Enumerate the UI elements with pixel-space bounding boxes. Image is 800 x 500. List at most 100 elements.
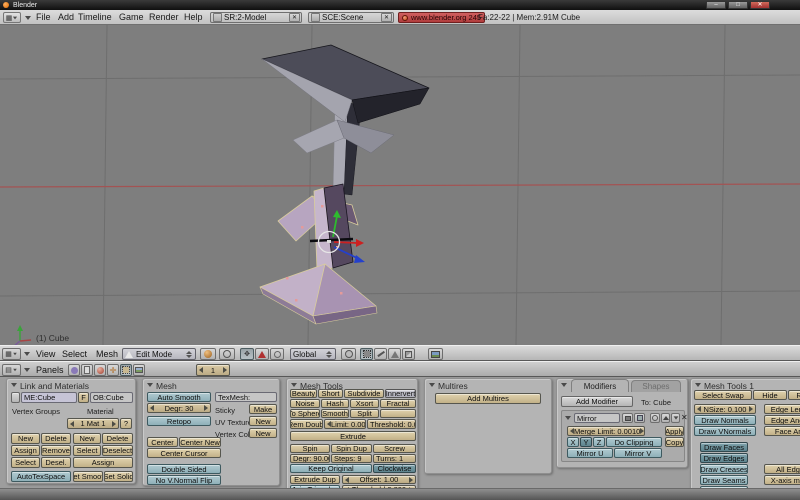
draw-mode-dropdown[interactable] — [200, 348, 216, 360]
modifier-render-toggle[interactable] — [622, 413, 633, 423]
increment-icon[interactable] — [640, 428, 644, 434]
select-vertex-button[interactable] — [360, 348, 373, 360]
vertex-color-new-button[interactable]: New — [249, 428, 277, 438]
mirror-y-toggle[interactable]: Y — [580, 437, 592, 447]
material-assign-button[interactable]: Assign — [73, 457, 133, 468]
material-select-button[interactable]: Select — [73, 445, 101, 456]
material-index-field[interactable]: 1 Mat 1 — [67, 418, 119, 429]
select-face-button[interactable] — [388, 348, 401, 360]
menu-mesh[interactable]: Mesh — [96, 349, 118, 359]
spin-dup-button[interactable]: Spin Dup — [331, 444, 372, 453]
increment-icon[interactable] — [204, 405, 208, 411]
browse-scenes-icon[interactable] — [311, 13, 320, 22]
mesh-object[interactable] — [260, 45, 429, 324]
beauty-toggle[interactable]: Beauty — [290, 389, 317, 398]
browse-screens-icon[interactable] — [213, 13, 222, 22]
modifier-name-field[interactable]: Mirror — [574, 413, 620, 423]
increment-icon[interactable] — [112, 421, 116, 427]
short-toggle[interactable]: Short — [318, 389, 343, 398]
panels-menu[interactable]: Panels — [36, 365, 64, 375]
manipulator-translate-button[interactable] — [255, 348, 269, 360]
modifier-delete-icon[interactable]: ✕ — [681, 413, 688, 422]
do-clipping-toggle[interactable]: Do Clipping — [606, 437, 662, 447]
center-cursor-button[interactable]: Center Cursor — [147, 448, 221, 458]
no-vnormal-flip-toggle[interactable]: No V.Normal Flip — [147, 475, 221, 485]
header-collapse-icon[interactable] — [24, 368, 30, 372]
center-button[interactable]: Center — [147, 437, 178, 447]
clockwise-toggle[interactable]: Clockwise — [373, 464, 416, 473]
mirror-u-toggle[interactable]: Mirror U — [567, 448, 613, 458]
tab-shapes[interactable]: Shapes — [631, 380, 681, 392]
window-type-button[interactable]: ▦ — [3, 12, 21, 23]
rem-doubles-button[interactable]: Rem Doubl — [290, 419, 323, 429]
mirror-x-toggle[interactable]: X — [567, 437, 579, 447]
draw-vnormals-toggle[interactable]: Draw VNormals — [694, 426, 756, 436]
decrement-icon[interactable] — [70, 421, 74, 427]
viewport-3d[interactable]: (1) Cube — [0, 25, 800, 345]
add-multires-button[interactable]: Add Multires — [435, 393, 541, 404]
modifier-collapse-icon[interactable] — [565, 416, 571, 420]
set-solid-button[interactable]: Set Solid — [104, 471, 133, 482]
view3d-window-type-button[interactable]: ▦ — [2, 348, 21, 360]
vgroup-new-button[interactable]: New — [11, 433, 40, 444]
modifier-move-up-button[interactable] — [661, 413, 670, 423]
material-help-button[interactable]: ? — [120, 418, 132, 429]
orientation-dropdown[interactable]: Global — [290, 348, 336, 360]
panel-collapse-icon[interactable] — [695, 383, 701, 387]
decrement-icon[interactable] — [345, 477, 349, 483]
header-collapse-icon[interactable] — [24, 352, 30, 356]
maximize-button[interactable]: □ — [728, 1, 748, 9]
steps-field[interactable]: Steps: 9 — [331, 454, 372, 463]
vgroup-delete-button[interactable]: Delete — [41, 433, 71, 444]
decrement-icon[interactable] — [199, 367, 203, 373]
panel-collapse-icon[interactable] — [561, 383, 567, 387]
object-context-button[interactable]: ✛ — [107, 364, 119, 376]
smooth-button[interactable]: Smooth — [321, 409, 349, 418]
limit-field[interactable]: Limit: 0.001 — [324, 419, 366, 429]
vgroup-assign-button[interactable]: Assign — [11, 445, 40, 456]
mirror-v-toggle[interactable]: Mirror V — [614, 448, 662, 458]
keep-original-toggle[interactable]: Keep Original — [290, 464, 372, 473]
menu-render[interactable]: Render — [149, 12, 179, 23]
double-sided-toggle[interactable]: Double Sided — [147, 464, 221, 474]
vgroup-remove-button[interactable]: Remove — [41, 445, 71, 456]
material-delete-button[interactable]: Delete — [102, 433, 133, 444]
increment-icon[interactable] — [749, 406, 753, 412]
panel-collapse-icon[interactable] — [291, 383, 297, 387]
autotexspace-toggle[interactable]: AutoTexSpace — [11, 471, 71, 482]
material-deselect-button[interactable]: Deselect — [102, 445, 133, 456]
manipulator-toggle-button[interactable]: ✥ — [240, 348, 254, 360]
mesh-name-field[interactable]: ME:Cube — [21, 392, 77, 403]
set-smooth-button[interactable]: Set Smooth — [73, 471, 103, 482]
vgroup-deselect-button[interactable]: Desel. — [41, 457, 71, 468]
texmesh-field[interactable]: TexMesh: — [215, 392, 277, 402]
fake-user-button[interactable]: F — [78, 392, 89, 403]
occlude-geometry-button[interactable] — [402, 348, 415, 360]
copy-modifier-button[interactable]: Copy — [665, 437, 684, 447]
menu-add[interactable]: Add — [58, 12, 74, 23]
draw-edges-toggle[interactable]: Draw Edges — [700, 453, 748, 463]
extrude-dup-button[interactable]: Extrude Dup — [290, 475, 340, 484]
scene-selector[interactable]: SCE:Scene ✕ — [308, 12, 394, 23]
threshold-field[interactable]: Threshold: 0.018 — [367, 419, 416, 429]
split-button[interactable]: Split — [350, 409, 379, 418]
header-collapse-icon[interactable] — [25, 16, 31, 20]
browse-mesh-button[interactable] — [11, 392, 20, 403]
logic-context-button[interactable] — [68, 364, 80, 376]
editing-context-button[interactable] — [120, 364, 132, 376]
viewport-canvas[interactable] — [0, 25, 800, 345]
nsize-field[interactable]: NSize: 0.100 — [694, 404, 756, 414]
pivot-dropdown[interactable] — [219, 348, 235, 360]
mirror-z-toggle[interactable]: Z — [593, 437, 605, 447]
spin-degr-field[interactable]: Degr: 90.00 — [290, 454, 330, 463]
menu-timeline[interactable]: Timeline — [78, 12, 112, 23]
draw-creases-toggle[interactable]: Draw Creases — [700, 464, 748, 474]
edge-length-toggle[interactable]: Edge Length — [764, 404, 800, 414]
script-context-button[interactable] — [81, 364, 93, 376]
menu-select[interactable]: Select — [62, 349, 87, 359]
material-new-button[interactable]: New — [73, 433, 101, 444]
panel-collapse-icon[interactable] — [429, 383, 435, 387]
hide-button[interactable]: Hide — [753, 390, 787, 400]
vgroup-select-button[interactable]: Select — [11, 457, 40, 468]
modifier-editmode-toggle[interactable] — [650, 413, 660, 423]
